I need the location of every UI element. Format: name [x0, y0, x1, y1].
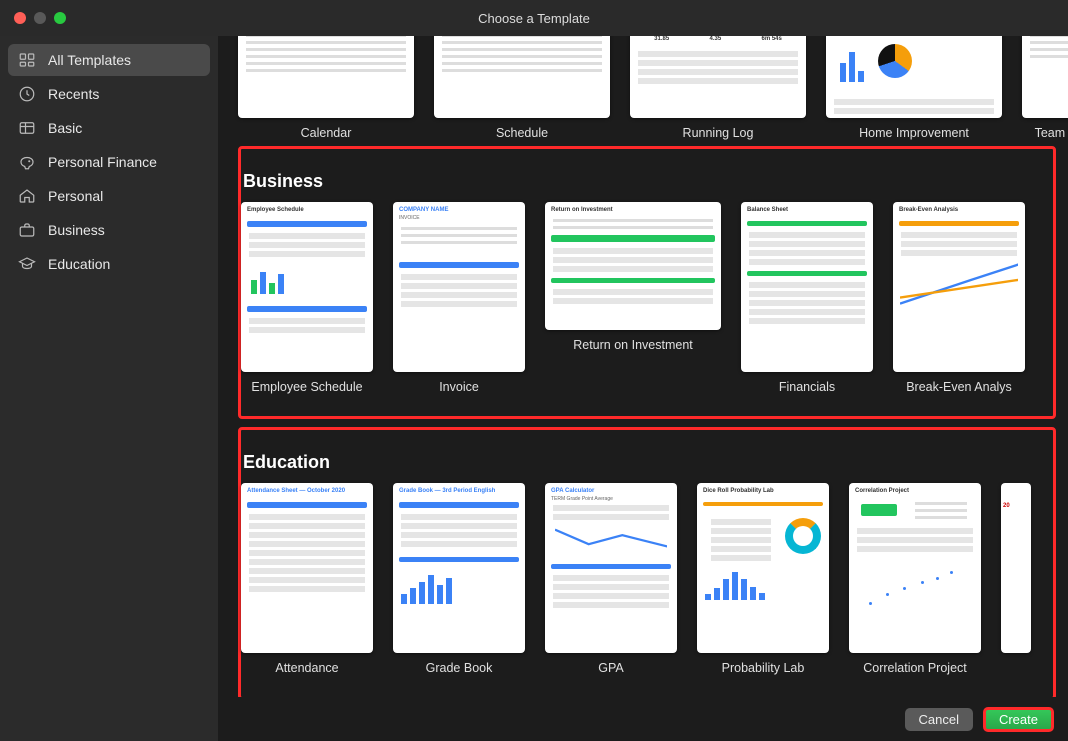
sidebar-item-business[interactable]: Business [8, 214, 210, 246]
sidebar-item-all-templates[interactable]: All Templates [8, 44, 210, 76]
clock-icon [18, 85, 36, 103]
template-label: Financials [779, 380, 835, 394]
briefcase-icon [18, 221, 36, 239]
template-card-correlation[interactable]: Correlation Project Correlation [849, 483, 981, 675]
template-label: GPA [598, 661, 623, 675]
template-card-calendar[interactable]: Calendar [238, 36, 414, 140]
template-label: Attendance [275, 661, 338, 675]
sidebar-item-label: Personal Finance [48, 154, 157, 170]
section-business-highlight: Business Employee Schedule Employee Sche… [238, 146, 1056, 419]
template-thumbnail: Correlation Project [849, 483, 981, 653]
sidebar-item-education[interactable]: Education [8, 248, 210, 280]
create-button[interactable]: Create [983, 707, 1054, 732]
cancel-button[interactable]: Cancel [905, 708, 973, 731]
template-label: Calendar [301, 126, 352, 140]
template-card-employee-schedule[interactable]: Employee Schedule Employee Schedule [241, 202, 373, 394]
sidebar-item-label: Business [48, 222, 105, 238]
dialog-footer: Cancel Create [218, 697, 1068, 741]
sidebar-item-label: All Templates [48, 52, 131, 68]
graduation-icon [18, 255, 36, 273]
sidebar: All Templates Recents Basic Personal Fin… [0, 36, 218, 741]
sidebar-item-label: Basic [48, 120, 82, 136]
template-thumbnail [1022, 36, 1068, 118]
template-card-partial[interactable]: 20 [1001, 483, 1031, 675]
template-card-team-organization[interactable]: Team Organiza [1022, 36, 1068, 140]
template-card-attendance[interactable]: Attendance Sheet — October 2020 Attendan… [241, 483, 373, 675]
template-thumbnail [826, 36, 1002, 118]
template-label: Running Log [683, 126, 754, 140]
template-label: Break-Even Analys [906, 380, 1012, 394]
template-thumbnail: Attendance Sheet — October 2020 [241, 483, 373, 653]
titlebar: Choose a Template [0, 0, 1068, 36]
section-education-highlight: Education Attendance Sheet — October 202… [238, 427, 1056, 697]
sidebar-item-personal[interactable]: Personal [8, 180, 210, 212]
template-card-schedule[interactable]: Schedule [434, 36, 610, 140]
template-thumbnail: 20 [1001, 483, 1031, 653]
sidebar-item-label: Education [48, 256, 110, 272]
window-title: Choose a Template [0, 11, 1068, 26]
template-card-grade-book[interactable]: Grade Book — 3rd Period English Grade Bo… [393, 483, 525, 675]
section-heading-education: Education [243, 452, 1053, 473]
template-thumbnail: Break-Even Analysis [893, 202, 1025, 372]
template-thumbnail: 31.854.356m 54s [630, 36, 806, 118]
table-icon [18, 119, 36, 137]
sidebar-item-recents[interactable]: Recents [8, 78, 210, 110]
template-card-invoice[interactable]: COMPANY NAME INVOICE Invoice [393, 202, 525, 394]
template-label: Probability Lab [722, 661, 805, 675]
home-icon [18, 187, 36, 205]
section-heading-business: Business [243, 171, 1053, 192]
template-label: Invoice [439, 380, 479, 394]
template-card-financials[interactable]: Balance Sheet Financials [741, 202, 873, 394]
sidebar-item-label: Recents [48, 86, 99, 102]
template-card-probability[interactable]: Dice Roll Probability Lab Probability La… [697, 483, 829, 675]
template-thumbnail: GPA Calculator TERM Grade Point Average [545, 483, 677, 653]
template-card-gpa[interactable]: GPA Calculator TERM Grade Point Average … [545, 483, 677, 675]
template-thumbnail: Return on Investment [545, 202, 721, 330]
template-label: Home Improvement [859, 126, 969, 140]
template-thumbnail: COMPANY NAME INVOICE [393, 202, 525, 372]
template-thumbnail: Employee Schedule [241, 202, 373, 372]
template-thumbnail: Balance Sheet [741, 202, 873, 372]
sidebar-item-label: Personal [48, 188, 103, 204]
template-thumbnail [434, 36, 610, 118]
template-label: Schedule [496, 126, 548, 140]
template-card-roi[interactable]: Return on Investment Return on Investmen… [545, 202, 721, 394]
template-label: Correlation Project [863, 661, 967, 675]
template-label: Return on Investment [573, 338, 693, 352]
sidebar-item-basic[interactable]: Basic [8, 112, 210, 144]
sidebar-item-personal-finance[interactable]: Personal Finance [8, 146, 210, 178]
template-gallery: Calendar Schedule 31.854.356m 54s Runnin… [218, 36, 1068, 741]
piggy-icon [18, 153, 36, 171]
template-label: Employee Schedule [251, 380, 362, 394]
template-thumbnail: Dice Roll Probability Lab [697, 483, 829, 653]
template-thumbnail [238, 36, 414, 118]
template-card-running-log[interactable]: 31.854.356m 54s Running Log [630, 36, 806, 140]
template-card-home-improvement[interactable]: Home Improvement [826, 36, 1002, 140]
template-card-break-even[interactable]: Break-Even Analysis Break-Even Analys [893, 202, 1025, 394]
template-thumbnail: Grade Book — 3rd Period English [393, 483, 525, 653]
grid-icon [18, 51, 36, 69]
template-label: Grade Book [426, 661, 493, 675]
template-label: Team Organiza [1035, 126, 1068, 140]
